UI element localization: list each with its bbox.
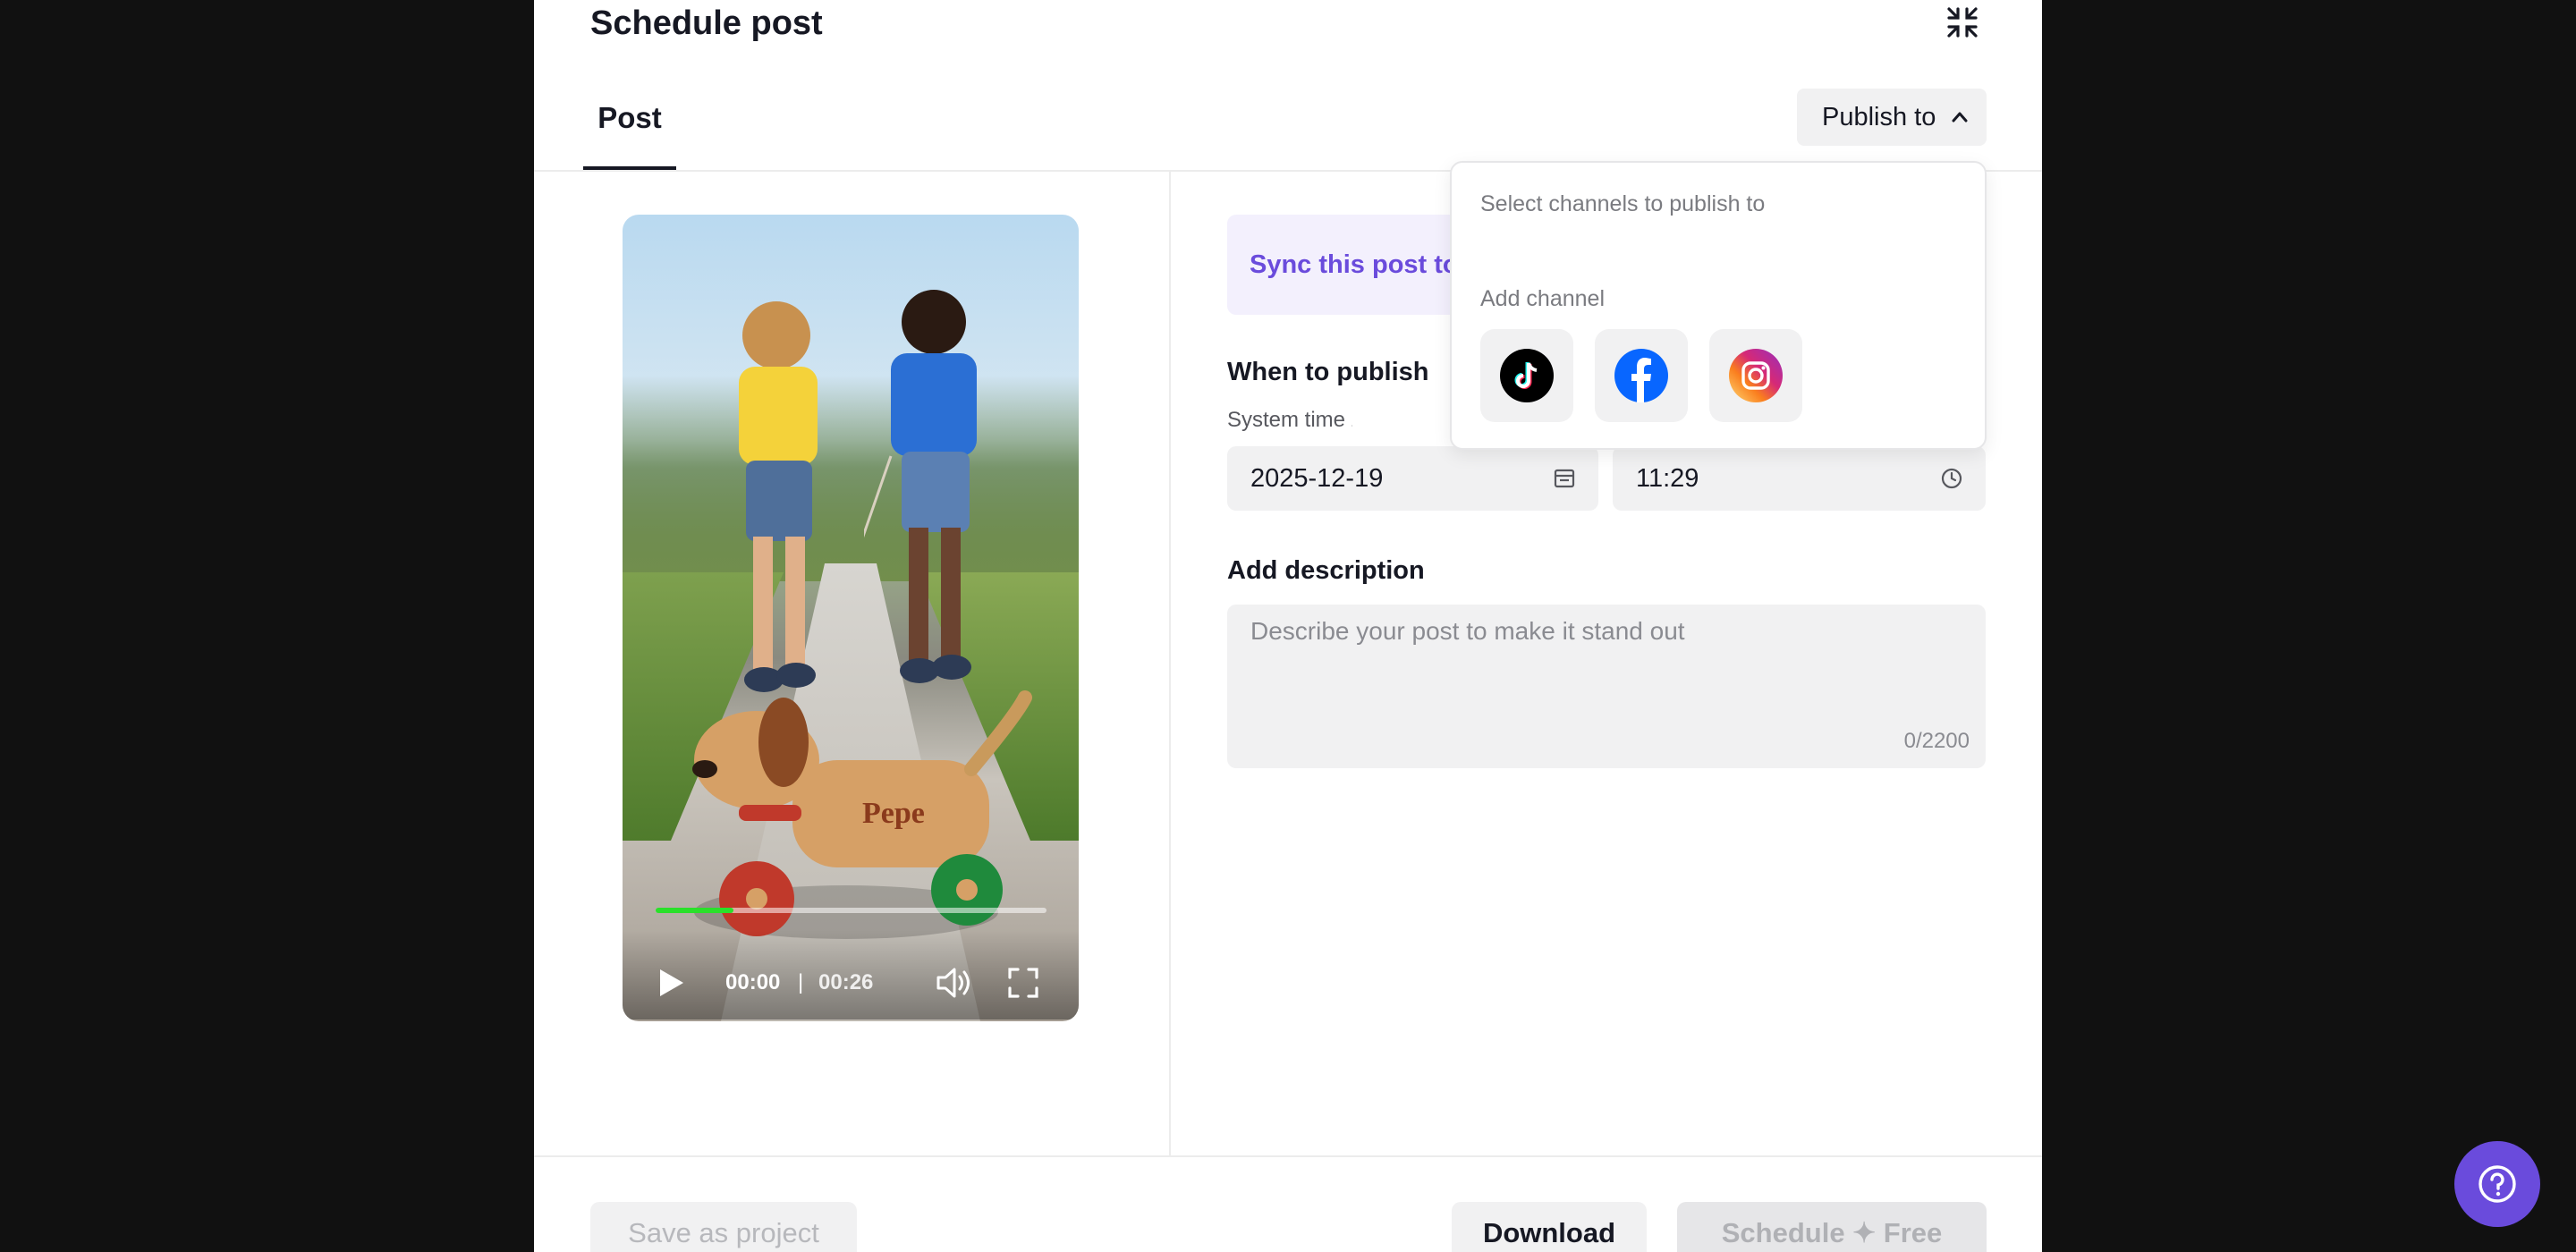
video-preview-pane: Pepe 00:00 | 00:26 [534,172,1171,1155]
video-player[interactable]: Pepe 00:00 | 00:26 [623,215,1079,1021]
video-wooden-dog-toy: Pepe [692,690,1032,939]
description-placeholder: Describe your post to make it stand out [1250,617,1685,645]
tiktok-icon [1500,349,1554,402]
publish-to-button[interactable]: Publish to [1797,89,1987,146]
help-button[interactable] [2454,1141,2540,1227]
modal-title: Schedule post [590,4,823,42]
time-separator: | [798,970,804,994]
facebook-icon [1614,349,1668,402]
date-field[interactable]: 2025-12-19 [1227,446,1598,511]
video-progress-fill [656,908,734,913]
video-child-yellow-shirt [739,301,818,692]
volume-icon[interactable] [936,966,973,1000]
video-controls: 00:00 | 00:26 [623,930,1079,1019]
play-icon[interactable] [658,968,685,998]
description-char-count: 0/2200 [1903,729,1970,753]
save-as-project-button[interactable]: Save as project [590,1202,857,1252]
time-value: 11:29 [1636,464,1699,493]
help-icon [2479,1165,2516,1203]
when-to-publish-label: When to publish [1227,358,1429,386]
toy-label: Pepe [862,797,925,830]
calendar-icon [1554,469,1575,488]
add-tiktok-button[interactable] [1480,329,1573,422]
time-field[interactable]: 11:29 [1613,446,1986,511]
description-input[interactable]: Describe your post to make it stand out … [1227,605,1986,768]
schedule-button[interactable]: Schedule ✦ Free [1677,1202,1987,1252]
sync-text: Sync this post to [1250,250,1459,279]
chevron-up-icon [1952,112,1968,123]
add-description-label: Add description [1227,556,1425,585]
publish-to-label: Publish to [1822,103,1936,131]
date-value: 2025-12-19 [1250,464,1384,493]
current-time: 00:00 [725,970,781,994]
add-instagram-button[interactable] [1709,329,1802,422]
add-channel-label: Add channel [1480,286,1606,311]
schedule-post-modal: Schedule post Post Publish to Pepe 00:00… [534,0,2042,1252]
video-child-blue-shirt [864,290,977,683]
fullscreen-icon[interactable] [1007,967,1039,999]
video-duration: 00:26 [818,970,874,994]
publish-to-dropdown: Select channels to publish to Add channe… [1450,161,1987,450]
tab-post[interactable]: Post [583,89,676,170]
modal-footer: Save as project Download Schedule ✦ Free [534,1155,2042,1252]
video-background-trees [623,376,1079,581]
dropdown-title: Select channels to publish to [1480,191,1766,216]
download-button[interactable]: Download [1452,1202,1647,1252]
instagram-icon [1729,349,1783,402]
clock-icon [1941,468,1962,489]
video-progress-bar[interactable] [656,908,1046,913]
collapse-icon[interactable] [1945,5,1979,39]
add-facebook-button[interactable] [1595,329,1688,422]
timezone-text: System time zone: Asia [1227,408,1352,432]
